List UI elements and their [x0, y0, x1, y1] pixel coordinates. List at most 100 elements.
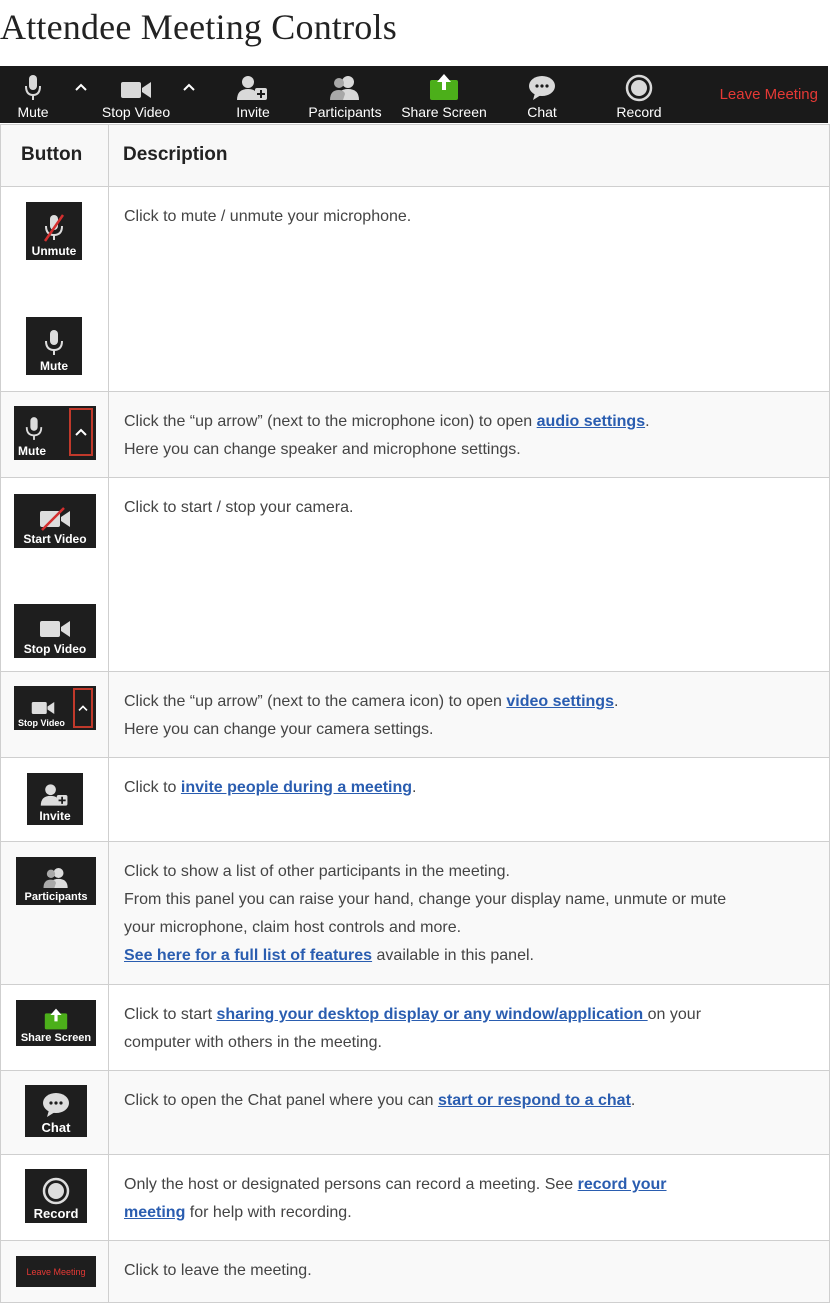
caret-up-icon: [75, 428, 87, 436]
chat-image-label: Chat: [41, 1120, 71, 1135]
toolbar-stop-video-button[interactable]: Stop Video: [98, 66, 174, 123]
header-button: Button: [0, 124, 109, 187]
button-cell: Participants: [0, 841, 109, 985]
toolbar-record-label: Record: [616, 104, 662, 120]
start-video-button-image: Start Video: [14, 494, 96, 548]
toolbar-chat-button[interactable]: Chat: [522, 66, 562, 123]
invite-person-icon: [237, 76, 267, 100]
button-cell: Record: [0, 1154, 109, 1241]
desc-text: Click to: [124, 779, 181, 796]
video-settings-image-label: Stop Video: [18, 718, 65, 728]
desc-line: Only the host or designated persons can …: [124, 1171, 815, 1199]
share-screen-button-image: Share Screen: [16, 1000, 96, 1046]
toolbar-mute-label: Mute: [17, 104, 49, 120]
video-settings-link[interactable]: video settings: [506, 693, 614, 710]
toolbar-share-screen-label: Share Screen: [401, 104, 487, 120]
desc-text: .: [613, 693, 619, 710]
chat-bubble-icon: [529, 76, 555, 100]
button-cell: Start Video Stop Video: [0, 477, 109, 672]
description-cell: Only the host or designated persons can …: [108, 1154, 830, 1241]
participants-icon: [330, 76, 359, 100]
description-cell: Click to leave the meeting.: [108, 1240, 830, 1303]
record-meeting-link[interactable]: record your: [578, 1176, 667, 1193]
toolbar-stop-video-label: Stop Video: [101, 104, 171, 120]
video-camera-icon: [31, 702, 55, 714]
invite-people-link[interactable]: invite people during a meeting: [181, 779, 412, 796]
desc-line: Click to start sharing your desktop disp…: [124, 1001, 815, 1029]
muted-microphone-icon: [43, 214, 65, 242]
desc-line: Click the “up arrow” (next to the camera…: [124, 688, 815, 716]
record-button-image: Record: [25, 1169, 87, 1223]
invite-image-label: Invite: [39, 809, 71, 823]
toolbar-share-screen-button[interactable]: Share Screen: [400, 66, 488, 123]
table-row: Leave Meeting Click to leave the meeting…: [0, 1240, 830, 1303]
microphone-icon: [25, 75, 41, 100]
leave-meeting-button-image: Leave Meeting: [16, 1256, 96, 1287]
desc-text: available in this panel.: [372, 947, 534, 964]
description-cell: Click the “up arrow” (next to the camera…: [108, 671, 830, 758]
record-icon: [625, 74, 653, 102]
desc-line: your microphone, claim host controls and…: [124, 919, 462, 936]
desc-line: See here for a full list of features ava…: [124, 942, 815, 970]
sharing-desktop-link[interactable]: sharing your desktop display or any wind…: [216, 1006, 647, 1023]
table-row: Record Only the host or designated perso…: [0, 1154, 830, 1241]
button-cell: Unmute Mute: [0, 186, 109, 392]
start-chat-link[interactable]: start or respond to a chat: [438, 1092, 631, 1109]
description-cell: Click to invite people during a meeting.: [108, 757, 830, 842]
button-cell: Share Screen: [0, 984, 109, 1071]
table-row: Start Video Stop Video Click to start / …: [0, 477, 830, 672]
toolbar-leave-meeting-button[interactable]: Leave Meeting: [720, 66, 818, 123]
start-video-image-label: Start Video: [23, 532, 87, 546]
table-header-row: Button Description: [0, 124, 830, 187]
desc-line: Here you can change your camera settings…: [124, 721, 434, 738]
audio-image-label: Mute: [18, 444, 46, 458]
video-settings-button-image: Stop Video: [14, 686, 96, 730]
audio-settings-caret-icon[interactable]: [74, 80, 88, 94]
participants-icon: [43, 868, 68, 888]
mute-button-image: Mute: [26, 317, 82, 375]
chat-button-image: Chat: [25, 1085, 87, 1137]
video-camera-icon: [40, 621, 70, 637]
toolbar-invite-button[interactable]: Invite: [230, 66, 276, 123]
button-cell: Leave Meeting: [0, 1240, 109, 1303]
video-settings-caret-icon[interactable]: [182, 80, 196, 94]
toolbar-mute-button[interactable]: Mute: [12, 66, 54, 123]
desc-text: Click the “up arrow” (next to the camera…: [124, 693, 507, 710]
desc-line: Click to show a list of other participan…: [124, 863, 510, 880]
desc-line: meeting for help with recording.: [124, 1199, 815, 1227]
desc-text: .: [645, 413, 650, 430]
header-description: Description: [108, 124, 830, 187]
microphone-icon: [45, 330, 63, 355]
caret-up-icon: [78, 704, 88, 711]
video-camera-icon: [121, 82, 151, 98]
microphone-icon: [25, 417, 43, 440]
toolbar-participants-button[interactable]: Participants: [304, 66, 386, 123]
page-title: Attendee Meeting Controls: [0, 7, 397, 47]
toolbar-participants-label: Participants: [308, 104, 382, 120]
description-cell: Click the “up arrow” (next to the microp…: [108, 391, 830, 478]
table-row: Participants Click to show a list of oth…: [0, 841, 830, 985]
record-meeting-link-cont[interactable]: meeting: [124, 1204, 185, 1221]
description-cell: Click to open the Chat panel where you c…: [108, 1070, 830, 1155]
button-cell: Invite: [0, 757, 109, 842]
features-list-link[interactable]: See here for a full list of features: [124, 947, 372, 964]
meeting-toolbar: Mute Stop Video Invite Participants Shar…: [0, 66, 828, 123]
stop-video-image-label: Stop Video: [23, 642, 87, 656]
desc-line: Click the “up arrow” (next to the microp…: [124, 408, 815, 436]
button-cell: Chat: [0, 1070, 109, 1155]
share-screen-icon: [430, 74, 458, 100]
button-cell: Mute: [0, 391, 109, 478]
description-cell: Click to show a list of other participan…: [108, 841, 830, 985]
description-cell: Click to start / stop your camera.: [108, 477, 830, 672]
desc-line: From this panel you can raise your hand,…: [124, 891, 727, 908]
table-row: Mute Click the “up arrow” (next to the m…: [0, 391, 830, 478]
audio-settings-link[interactable]: audio settings: [537, 413, 645, 430]
desc-text: Only the host or designated persons can …: [124, 1176, 578, 1193]
table-row: Chat Click to open the Chat panel where …: [0, 1070, 830, 1155]
invite-person-icon: [40, 784, 68, 806]
video-off-icon: [40, 507, 70, 531]
toolbar-record-button[interactable]: Record: [612, 66, 666, 123]
desc-text: Click to open the Chat panel where you c…: [124, 1092, 438, 1109]
participants-image-label: Participants: [24, 891, 88, 903]
unmute-image-label: Unmute: [31, 244, 77, 258]
